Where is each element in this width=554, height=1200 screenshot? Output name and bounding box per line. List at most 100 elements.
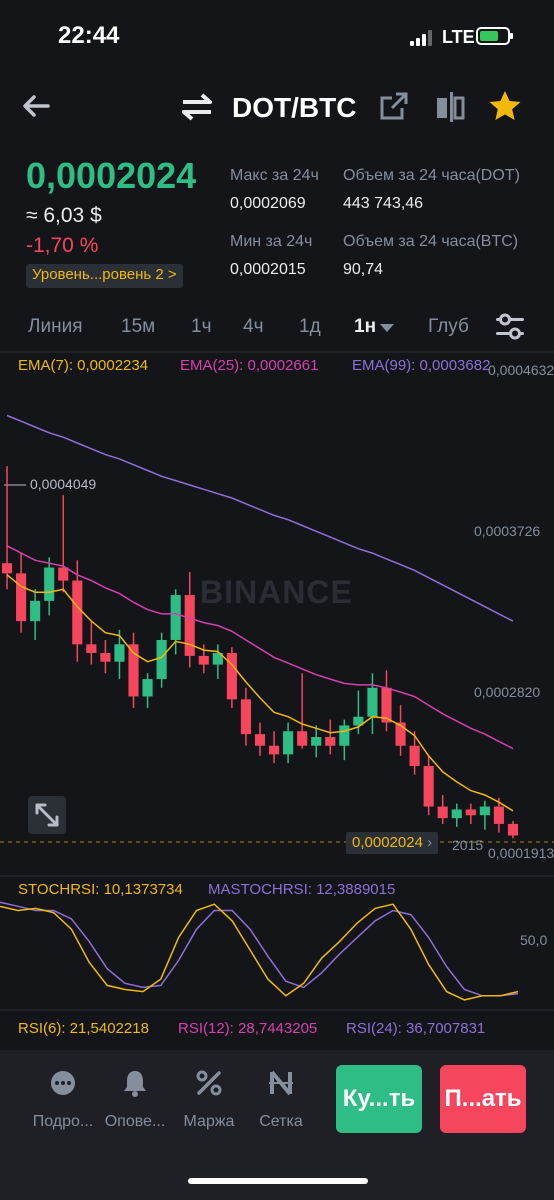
- candle-body: [423, 765, 434, 807]
- nav-alerts-label: Опове...: [104, 1113, 166, 1130]
- rsi24-label: RSI(24): 36,7007831: [346, 1020, 486, 1037]
- fullscreen-button[interactable]: [28, 796, 66, 834]
- candle-body: [311, 737, 322, 746]
- tab-15m[interactable]: 15м: [121, 316, 155, 338]
- usd-price: ≈ 6,03 $: [26, 204, 102, 227]
- candle-body: [451, 809, 462, 819]
- candle-body: [339, 725, 350, 746]
- last-price-tail: 2015: [452, 837, 484, 853]
- candle-body: [367, 687, 378, 717]
- last-price: 0,0002024: [26, 155, 197, 196]
- back-arrow-icon[interactable]: [18, 88, 54, 124]
- candle-body: [142, 679, 153, 697]
- candlestick-chart[interactable]: [0, 350, 554, 1050]
- candle-body: [156, 639, 167, 680]
- axis-label-bottom: 0,0001913: [488, 845, 554, 861]
- bell-icon: [124, 1071, 146, 1097]
- tab-1w[interactable]: 1н: [354, 316, 376, 338]
- candle-body: [170, 595, 181, 640]
- chart-settings-icon[interactable]: [494, 312, 526, 342]
- vol-btc-label: Объем за 24 часа(BTC): [343, 233, 519, 250]
- network-label: LTE: [442, 27, 475, 47]
- buy-button[interactable]: Ку...ть: [336, 1065, 422, 1133]
- bottom-action-bar: Подро... Опове... Маржа Сетка Ку...ть П.…: [0, 1050, 554, 1200]
- vol-dot-value: 443 743,46: [343, 195, 424, 212]
- expand-icon: [35, 803, 59, 827]
- high-24h-value: 0,0002069: [230, 195, 306, 212]
- candle-body: [493, 806, 504, 824]
- axis-label-mid2: 0,0002820: [474, 684, 541, 700]
- candle-body: [198, 655, 209, 665]
- tab-depth[interactable]: Глуб: [428, 316, 469, 338]
- candle-body: [507, 823, 519, 836]
- more-icon: [51, 1071, 75, 1095]
- candle-body: [184, 595, 195, 656]
- last-price-tag[interactable]: 0,0002024 ›: [346, 832, 439, 854]
- sell-button[interactable]: П...ать: [440, 1065, 526, 1133]
- stochrsi-label: STOCHRSI: 10,1373734: [18, 881, 183, 898]
- battery-icon: [476, 27, 513, 45]
- grid-bot-icon: [269, 1070, 293, 1096]
- chevron-down-icon[interactable]: [380, 324, 394, 332]
- candle-body: [16, 573, 27, 622]
- nav-grid-label: Сетка: [259, 1113, 303, 1130]
- ema7-label: EMA(7): 0,0002234: [18, 357, 149, 374]
- candle-body: [268, 745, 280, 755]
- stoch-level-label: 50,0: [520, 932, 548, 948]
- tab-line[interactable]: Линия: [28, 316, 82, 338]
- favorite-star-icon[interactable]: [487, 88, 523, 124]
- compare-chart-icon[interactable]: [433, 90, 467, 124]
- last-price-tag-value: 0,0002024: [352, 834, 423, 851]
- candle-body: [44, 567, 55, 601]
- tab-1h[interactable]: 1ч: [191, 316, 211, 338]
- signal-icon: [410, 30, 436, 46]
- chevron-right-icon: ›: [422, 834, 433, 851]
- status-time: 22:44: [58, 22, 120, 49]
- low-24h-value: 0,0002015: [230, 261, 306, 278]
- candle-body: [297, 731, 308, 746]
- status-bar: 22:44 LTE: [0, 0, 554, 70]
- nav-grid[interactable]: Сетка: [246, 1068, 316, 1131]
- candle-body: [240, 699, 252, 735]
- level-badge[interactable]: Уровень...ровень 2 >: [26, 264, 183, 288]
- candle-body: [283, 731, 294, 755]
- external-link-icon[interactable]: [378, 90, 410, 122]
- high-24h-label: Макс за 24ч: [230, 167, 319, 184]
- candle-body: [100, 653, 111, 662]
- candle-body: [465, 809, 476, 816]
- home-indicator: [188, 1178, 368, 1184]
- candle-body: [114, 644, 125, 662]
- binance-watermark: BINANCE: [200, 574, 353, 610]
- tab-1d[interactable]: 1д: [299, 316, 321, 338]
- candle-body: [30, 600, 41, 622]
- nav-alerts[interactable]: Опове...: [100, 1068, 170, 1131]
- mastochrsi-label: MASTOCHRSI: 12,3889015: [208, 881, 396, 898]
- pair-title[interactable]: DOT/BTC: [232, 92, 356, 124]
- high-marker-label: 0,0004049: [30, 476, 97, 492]
- low-24h-label: Мин за 24ч: [230, 233, 313, 250]
- candle-body: [437, 806, 448, 819]
- candle-body: [58, 567, 69, 581]
- stochrsi-line: [0, 903, 519, 1001]
- candle-body: [86, 644, 97, 654]
- interval-tabs: Линия 15м 1ч 4ч 1д 1н Глуб: [0, 312, 554, 342]
- chart-canvas[interactable]: [0, 350, 554, 1050]
- nav-details[interactable]: Подро...: [28, 1068, 98, 1131]
- tab-4h[interactable]: 4ч: [243, 316, 263, 338]
- rsi12-label: RSI(12): 28,7443205: [178, 1020, 318, 1037]
- rsi6-label: RSI(6): 21,5402218: [18, 1020, 149, 1037]
- header: DOT/BTC: [0, 80, 554, 136]
- swap-icon[interactable]: [180, 92, 214, 122]
- price-change: -1,70 %: [26, 234, 99, 257]
- candle-body: [72, 580, 83, 645]
- nav-details-label: Подро...: [32, 1113, 94, 1130]
- candle-body: [226, 653, 237, 700]
- candle-body: [254, 734, 266, 746]
- vol-btc-value: 90,74: [343, 261, 384, 278]
- axis-label-mid1: 0,0003726: [474, 523, 541, 539]
- candle-body: [409, 745, 420, 766]
- ema25-label: EMA(25): 0,0002661: [180, 357, 319, 374]
- nav-margin[interactable]: Маржа: [174, 1068, 244, 1131]
- nav-margin-label: Маржа: [183, 1113, 235, 1130]
- candle-body: [325, 737, 336, 746]
